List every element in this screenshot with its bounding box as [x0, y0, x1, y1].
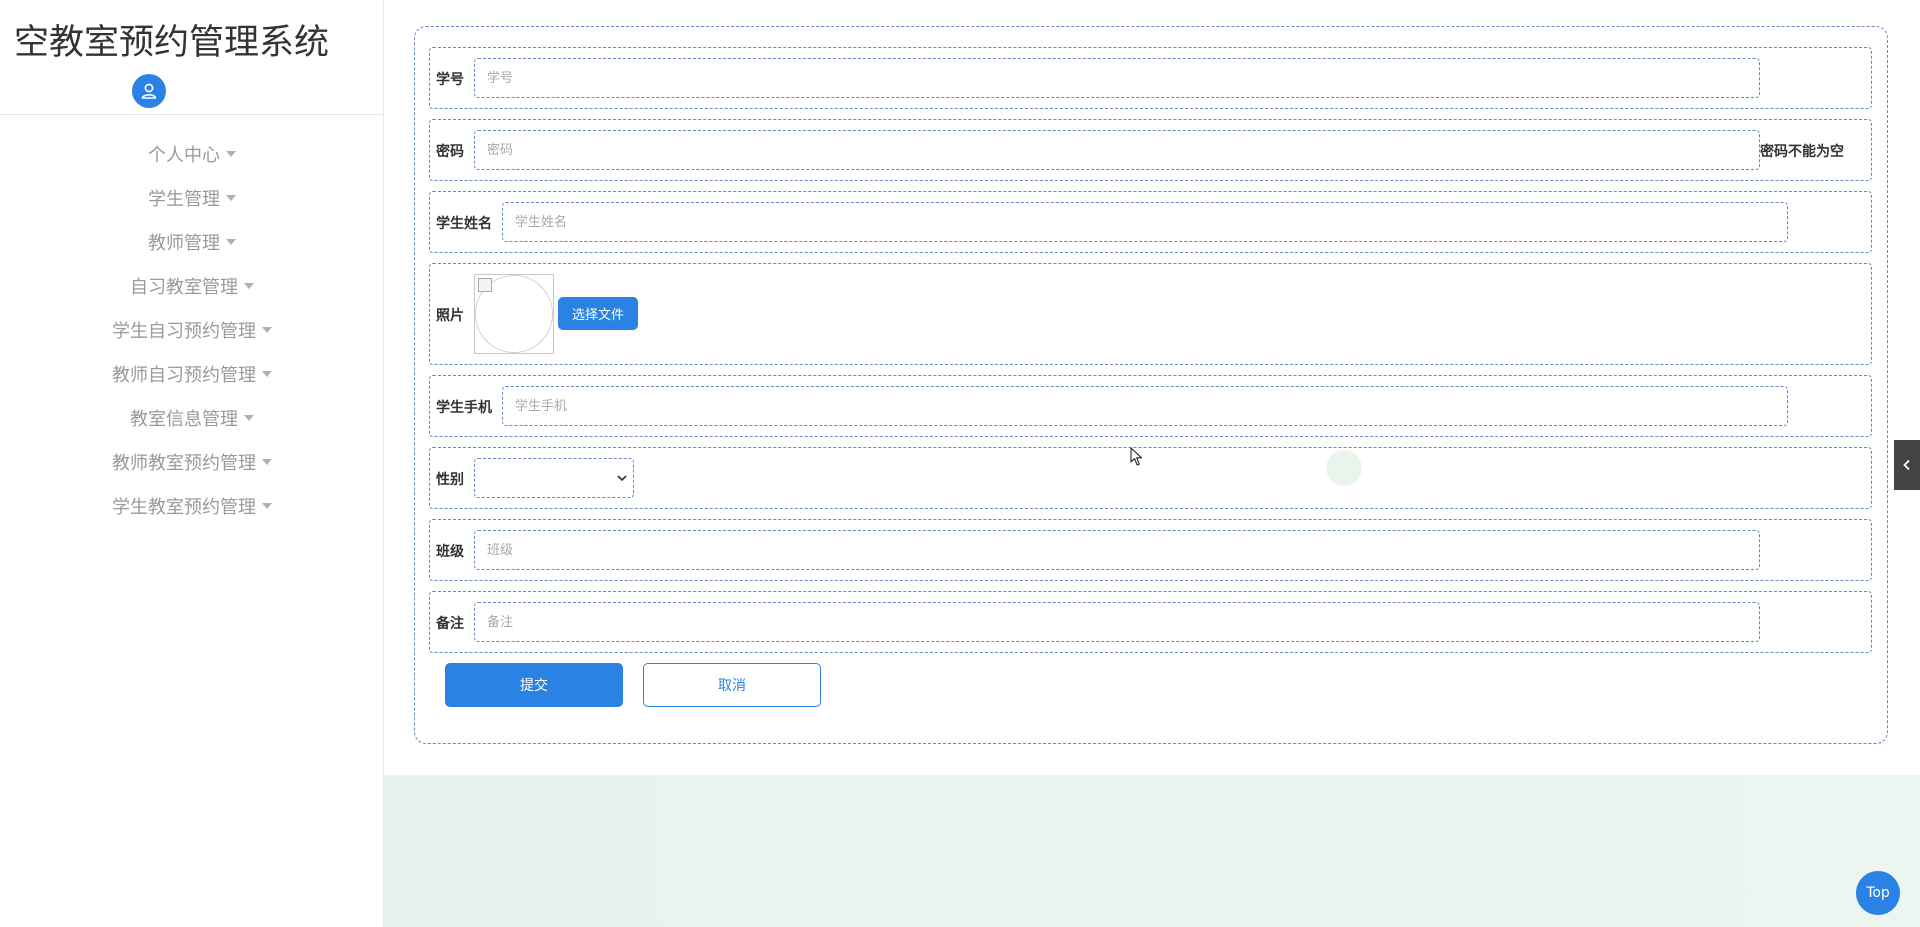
app-title: 空教室预约管理系统 — [14, 23, 330, 63]
sidebar-item-label: 自习教室管理 — [130, 277, 238, 298]
cancel-button[interactable]: 取消 — [643, 663, 821, 707]
chevron-left-icon — [1903, 459, 1910, 471]
form-row-remark: 备注 — [429, 591, 1872, 653]
sidebar-item-label: 教师自习预约管理 — [112, 365, 256, 386]
field-label: 备注 — [436, 616, 464, 632]
sidebar-item-personal-center[interactable]: 个人中心 — [0, 132, 384, 176]
class-input[interactable] — [474, 530, 1760, 570]
student-form: 学号 密码 密码不能为空 学生姓名 照片 选择文件 学生手机 性别 — [414, 26, 1888, 744]
sidebar-item-classroom-info[interactable]: 教室信息管理 — [0, 396, 384, 440]
submit-button[interactable]: 提交 — [445, 663, 623, 707]
sidebar-item-label: 教室信息管理 — [130, 409, 238, 430]
form-row-photo: 照片 选择文件 — [429, 263, 1872, 365]
field-label: 学生手机 — [436, 400, 492, 416]
sidebar-item-label: 学生管理 — [148, 189, 220, 210]
sidebar-item-label: 个人中心 — [148, 145, 220, 166]
sidebar-item-student-study-booking[interactable]: 学生自习预约管理 — [0, 308, 384, 352]
main-content: 学号 密码 密码不能为空 学生姓名 照片 选择文件 学生手机 性别 — [384, 0, 1920, 927]
field-label: 性别 — [436, 472, 464, 488]
sidebar-item-label: 教师管理 — [148, 233, 220, 254]
sidebar-item-teacher-study-booking[interactable]: 教师自习预约管理 — [0, 352, 384, 396]
caret-down-icon — [262, 503, 272, 509]
photo-preview — [474, 274, 554, 354]
sidebar-item-study-room-management[interactable]: 自习教室管理 — [0, 264, 384, 308]
sidebar-item-label: 学生自习预约管理 — [112, 321, 256, 342]
caret-down-icon — [226, 195, 236, 201]
sidebar-item-teacher-management[interactable]: 教师管理 — [0, 220, 384, 264]
caret-down-icon — [262, 459, 272, 465]
form-row-student-name: 学生姓名 — [429, 191, 1872, 253]
student-name-input[interactable] — [502, 202, 1788, 242]
chevron-down-icon — [617, 475, 627, 482]
password-error-message: 密码不能为空 — [1760, 144, 1844, 160]
student-phone-input[interactable] — [502, 386, 1788, 426]
form-row-student-id: 学号 — [429, 47, 1872, 109]
side-panel-toggle[interactable] — [1894, 440, 1920, 490]
form-row-class: 班级 — [429, 519, 1872, 581]
choose-file-button[interactable]: 选择文件 — [558, 297, 638, 330]
main-footer-area — [384, 775, 1920, 927]
password-input[interactable] — [474, 130, 1760, 170]
gender-select[interactable] — [474, 458, 634, 498]
caret-down-icon — [244, 415, 254, 421]
caret-down-icon — [244, 283, 254, 289]
sidebar-item-label: 教师教室预约管理 — [112, 453, 256, 474]
back-to-top-label: Top — [1866, 885, 1890, 901]
caret-down-icon — [226, 239, 236, 245]
caret-down-icon — [262, 371, 272, 377]
field-label: 班级 — [436, 544, 464, 560]
form-row-gender: 性别 — [429, 447, 1872, 509]
mouse-cursor-icon — [1130, 447, 1143, 466]
form-row-password: 密码 密码不能为空 — [429, 119, 1872, 181]
caret-down-icon — [262, 327, 272, 333]
field-label: 照片 — [436, 308, 464, 324]
sidebar-menu: 个人中心 学生管理 教师管理 自习教室管理 学生自习预约管理 教师自习预约管理 … — [0, 132, 384, 528]
caret-down-icon — [226, 151, 236, 157]
sidebar-item-student-management[interactable]: 学生管理 — [0, 176, 384, 220]
sidebar-item-teacher-classroom-booking[interactable]: 教师教室预约管理 — [0, 440, 384, 484]
field-label: 学生姓名 — [436, 216, 492, 232]
student-id-input[interactable] — [474, 58, 1760, 98]
sidebar-item-label: 学生教室预约管理 — [112, 497, 256, 518]
sidebar: 空教室预约管理系统 个人中心 学生管理 教师管理 自习教室管理 学生自习预约管理… — [0, 0, 384, 927]
sidebar-item-student-classroom-booking[interactable]: 学生教室预约管理 — [0, 484, 384, 528]
form-row-student-phone: 学生手机 — [429, 375, 1872, 437]
sidebar-divider — [0, 114, 384, 115]
avatar[interactable] — [132, 74, 166, 108]
field-label: 学号 — [436, 72, 464, 88]
click-ripple — [1326, 450, 1362, 486]
user-icon — [141, 83, 157, 99]
remark-input[interactable] — [474, 602, 1760, 642]
field-label: 密码 — [436, 144, 464, 160]
broken-image-icon — [478, 278, 492, 292]
back-to-top-button[interactable]: Top — [1856, 871, 1900, 915]
